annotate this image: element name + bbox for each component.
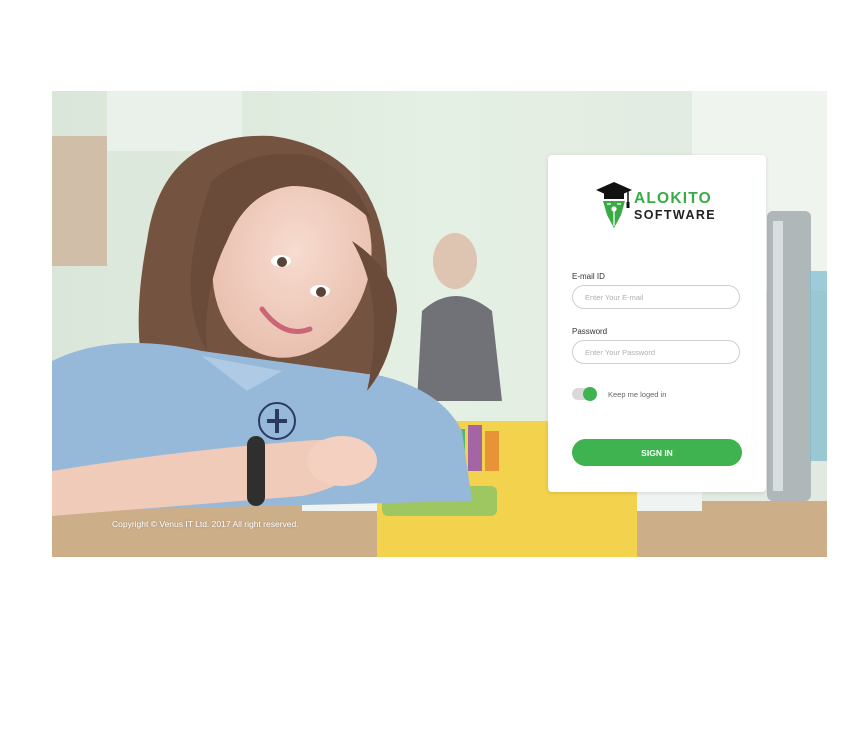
brand-logo: ALOKITO SOFTWARE: [596, 179, 726, 231]
brand-name-line1: ALOKITO: [634, 190, 712, 207]
toggle-knob: [583, 387, 597, 401]
email-label: E-mail ID: [572, 272, 605, 281]
sign-in-button[interactable]: SIGN IN: [572, 439, 742, 466]
hero-background: Copyright © Venus IT Ltd. 2017 All right…: [52, 91, 827, 557]
password-label: Password: [572, 327, 608, 336]
keep-logged-in-label: Keep me loged in: [608, 390, 667, 399]
password-field[interactable]: [572, 340, 740, 364]
graduation-cap-pen-logo-icon: [596, 182, 632, 228]
login-card: ALOKITO SOFTWARE E-mail ID Password Keep…: [548, 155, 766, 492]
keep-logged-in-toggle[interactable]: [572, 387, 597, 401]
brand-name-line2: SOFTWARE: [634, 208, 717, 222]
copyright-text: Copyright © Venus IT Ltd. 2017 All right…: [112, 519, 299, 529]
email-field[interactable]: [572, 285, 740, 309]
